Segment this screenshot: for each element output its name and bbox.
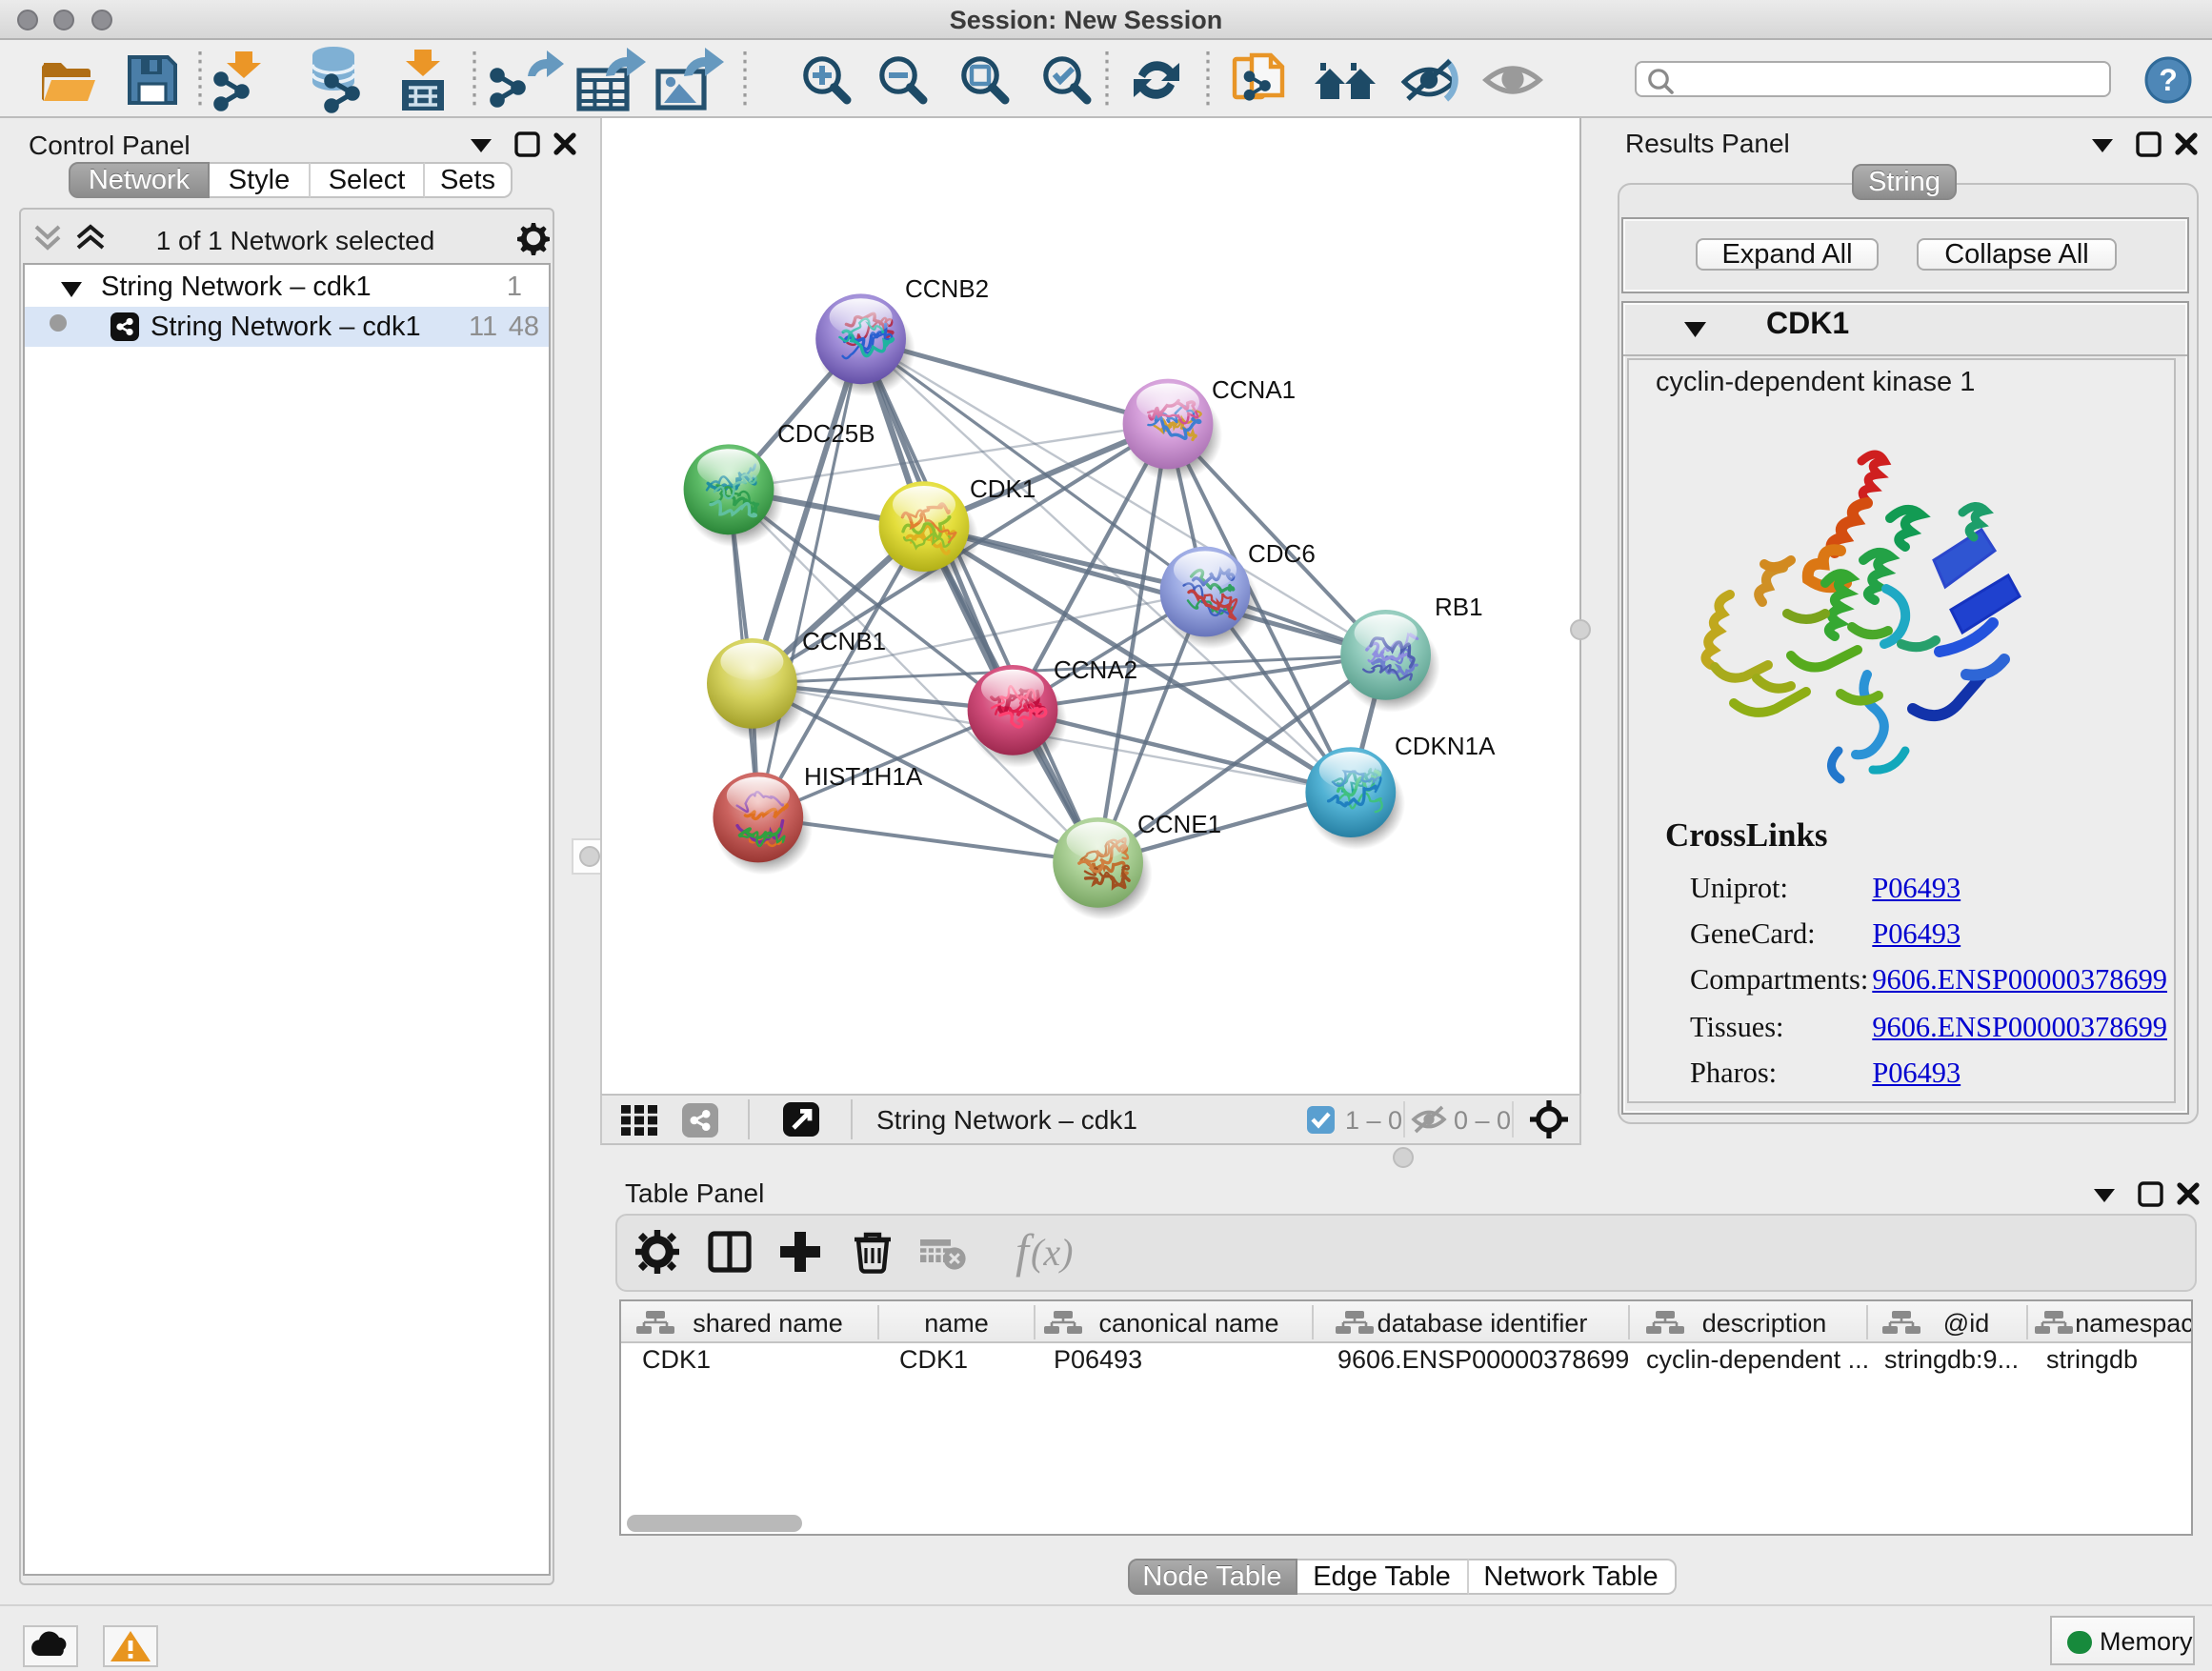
svg-text:shared name: shared name — [693, 1308, 843, 1337]
svg-text:?: ? — [2159, 63, 2178, 97]
svg-text:CCNB2: CCNB2 — [905, 274, 989, 303]
svg-text:description: description — [1702, 1308, 1827, 1337]
svg-text:CCNB1: CCNB1 — [802, 627, 886, 655]
svg-text:(x): (x) — [1031, 1231, 1073, 1274]
svg-text:CCNE1: CCNE1 — [1137, 810, 1221, 838]
svg-text:CDK1: CDK1 — [970, 474, 1036, 503]
svg-text:HIST1H1A: HIST1H1A — [804, 762, 923, 791]
svg-text:CDKN1A: CDKN1A — [1395, 732, 1496, 760]
svg-text:RB1: RB1 — [1435, 593, 1483, 621]
svg-text:canonical name: canonical name — [1098, 1308, 1278, 1337]
svg-text:CDC6: CDC6 — [1248, 539, 1316, 568]
svg-text:1 – 0: 1 – 0 — [1345, 1106, 1402, 1135]
svg-text:@id: @id — [1943, 1308, 1989, 1337]
svg-text:0 – 0: 0 – 0 — [1454, 1106, 1511, 1135]
svg-text:database identifier: database identifier — [1377, 1308, 1588, 1337]
svg-text:CCNA2: CCNA2 — [1054, 655, 1137, 684]
svg-text:CDC25B: CDC25B — [777, 419, 875, 448]
svg-text:namespace: namespace — [2075, 1308, 2191, 1337]
svg-text:String Network – cdk1: String Network – cdk1 — [876, 1105, 1137, 1135]
svg-text:name: name — [924, 1308, 989, 1337]
svg-text:CCNA1: CCNA1 — [1212, 375, 1296, 404]
